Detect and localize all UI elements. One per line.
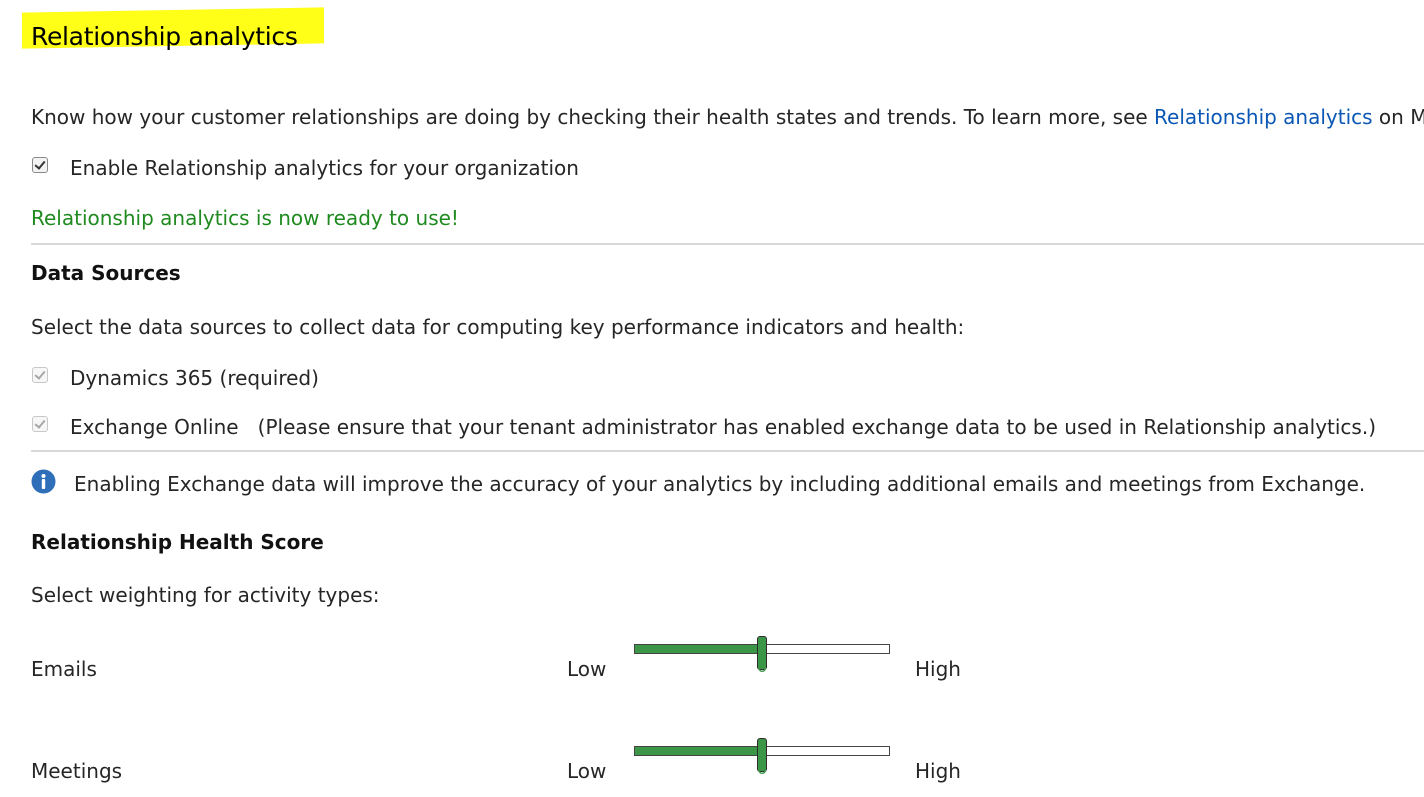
emails-high-label: High — [915, 657, 961, 681]
intro-suffix: on Micr — [1378, 105, 1424, 129]
health-score-heading: Relationship Health Score — [31, 530, 324, 554]
exchange-info-text: Enabling Exchange data will improve the … — [74, 472, 1366, 496]
emails-slider-fill — [635, 645, 763, 653]
status-message: Relationship analytics is now ready to u… — [31, 206, 459, 230]
intro-text: Know how your customer relationships are… — [31, 105, 1155, 129]
data-sources-heading: Data Sources — [31, 261, 181, 285]
data-sources-description: Select the data sources to collect data … — [31, 315, 965, 339]
dynamics-365-label: Dynamics 365 (required) — [70, 366, 319, 390]
dynamics-365-checkbox[interactable] — [32, 367, 48, 383]
exchange-online-checkbox[interactable] — [32, 416, 48, 432]
info-icon — [31, 469, 56, 494]
meetings-weight-slider[interactable]: 6 — [634, 738, 890, 778]
emails-low-label: Low — [567, 657, 607, 681]
meetings-label: Meetings — [31, 759, 123, 783]
emails-label: Emails — [31, 657, 97, 681]
meetings-low-label: Low — [567, 759, 607, 783]
emails-weight-slider[interactable]: 6 — [634, 636, 890, 676]
section-divider — [31, 450, 1424, 452]
exchange-online-label: Exchange Online (Please ensure that your… — [70, 415, 1377, 439]
page-title: Relationship analytics — [31, 22, 298, 51]
intro-paragraph: Know how your customer relationships are… — [31, 104, 1424, 130]
enable-relationship-analytics-checkbox[interactable] — [32, 157, 48, 173]
meetings-high-label: High — [915, 759, 961, 783]
weighting-description: Select weighting for activity types: — [31, 583, 380, 607]
enable-relationship-analytics-label: Enable Relationship analytics for your o… — [70, 156, 579, 180]
relationship-analytics-page: Relationship analytics Know how your cus… — [0, 0, 1424, 797]
meetings-slider-fill — [635, 747, 763, 755]
emails-slider-value: 6 — [756, 657, 768, 676]
relationship-analytics-link[interactable]: Relationship analytics — [1154, 105, 1373, 129]
meetings-slider-value: 6 — [756, 759, 768, 778]
section-divider — [31, 243, 1424, 245]
